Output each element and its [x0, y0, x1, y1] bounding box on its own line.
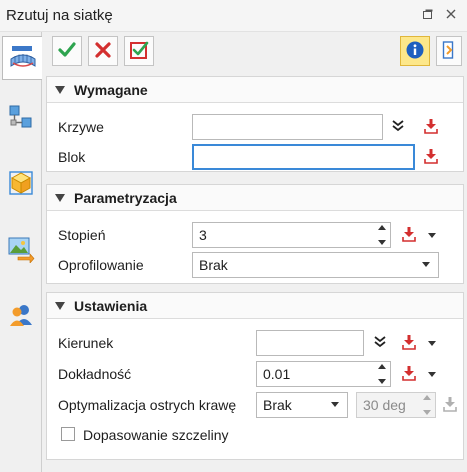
project-mesh-icon [8, 42, 38, 75]
row-block: Blok [47, 143, 463, 171]
row-profiling: Oprofilowanie Brak [47, 251, 463, 279]
section-header-parametrization[interactable]: Parametryzacja [47, 185, 463, 211]
next-panel-button[interactable] [436, 36, 462, 66]
next-panel-icon [442, 40, 456, 63]
tab-tree-structure[interactable] [3, 98, 39, 138]
row-curves: Krzywe [47, 113, 463, 141]
collapse-triangle-icon [55, 193, 65, 202]
info-icon [405, 40, 425, 63]
degree-label: Stopień [58, 227, 106, 243]
tab-user[interactable] [3, 296, 39, 336]
spin-arrows-icon [422, 395, 432, 415]
check-icon [57, 40, 77, 63]
apply-button[interactable] [124, 36, 154, 66]
row-degree: Stopień 3 [47, 221, 463, 249]
block-input[interactable] [192, 144, 415, 170]
angle-pick-button[interactable] [439, 394, 461, 416]
tab-project-mesh[interactable] [2, 36, 43, 80]
section-header-required[interactable]: Wymagane [47, 77, 463, 103]
section-parametrization: Parametryzacja Stopień 3 Oprofilowanie B… [46, 184, 464, 284]
accuracy-pick-button[interactable] [398, 363, 420, 385]
curves-label: Krzywe [58, 119, 104, 135]
degree-options-caret-icon[interactable] [428, 233, 436, 238]
expand-more-button[interactable] [369, 332, 391, 354]
collapse-triangle-icon [55, 301, 65, 310]
restore-icon[interactable] [420, 8, 436, 24]
checkbox-apply-icon [129, 40, 149, 63]
chevron-down-icon [331, 402, 339, 407]
title-bar: Rzutuj na siatkę [0, 0, 467, 32]
row-sharp-edges: Optymalizacja ostrych krawę Brak 30 deg [47, 391, 463, 419]
block-label: Blok [58, 149, 86, 165]
close-icon[interactable] [443, 8, 459, 24]
tree-structure-icon [7, 103, 35, 134]
direction-pick-button[interactable] [398, 332, 420, 354]
section-required: Wymagane Krzywe Blok [46, 76, 464, 172]
degree-spinbox[interactable]: 3 [192, 222, 391, 248]
chevron-down-icon [422, 262, 430, 267]
cancel-button[interactable] [88, 36, 118, 66]
info-button[interactable] [400, 36, 430, 66]
gap-fit-label: Dopasowanie szczeliny [83, 427, 229, 443]
accuracy-options-caret-icon[interactable] [428, 372, 436, 377]
curves-pick-button[interactable] [420, 116, 442, 138]
section-settings: Ustawienia Kierunek Dokładność 0.01 Opty… [46, 292, 464, 460]
section-title: Ustawienia [74, 297, 148, 314]
tab-image-texture[interactable] [3, 230, 39, 270]
spin-arrows-icon[interactable] [377, 364, 387, 384]
pick-arrow-icon [400, 364, 418, 385]
toolbar [42, 32, 467, 72]
direction-input[interactable] [256, 330, 364, 356]
pick-arrow-icon [422, 117, 440, 138]
row-accuracy: Dokładność 0.01 [47, 360, 463, 388]
double-chevron-down-icon [391, 119, 405, 136]
pick-arrow-icon [400, 333, 418, 354]
pick-arrow-icon [422, 147, 440, 168]
user-icon [7, 301, 35, 332]
expand-more-button[interactable] [387, 116, 409, 138]
double-chevron-down-icon [373, 335, 387, 352]
section-header-settings[interactable]: Ustawienia [47, 293, 463, 319]
collapse-triangle-icon [55, 85, 65, 94]
window-title: Rzutuj na siatkę [6, 7, 113, 24]
ok-button[interactable] [52, 36, 82, 66]
curves-input[interactable] [192, 114, 383, 140]
section-title: Wymagane [74, 81, 148, 98]
degree-pick-button[interactable] [398, 224, 420, 246]
tab-box-3d[interactable] [3, 164, 39, 204]
direction-options-caret-icon[interactable] [428, 341, 436, 346]
accuracy-label: Dokładność [58, 366, 132, 382]
sharp-edges-dropdown[interactable]: Brak [256, 392, 348, 418]
spin-arrows-icon[interactable] [377, 225, 387, 245]
accuracy-spinbox[interactable]: 0.01 [256, 361, 391, 387]
profiling-dropdown[interactable]: Brak [192, 252, 439, 278]
sharp-edges-label: Optymalizacja ostrych krawę [58, 397, 237, 413]
direction-label: Kierunek [58, 335, 114, 351]
row-gap-fit: Dopasowanie szczeliny [47, 421, 463, 449]
angle-spinbox[interactable]: 30 deg [356, 392, 436, 418]
profiling-label: Oprofilowanie [58, 257, 144, 273]
cross-icon [94, 41, 112, 62]
command-panel: Wymagane Krzywe Blok Parametryzacja Stop… [42, 32, 467, 472]
pick-arrow-icon [441, 395, 459, 416]
block-pick-button[interactable] [420, 146, 442, 168]
pick-arrow-icon [400, 225, 418, 246]
row-direction: Kierunek [47, 329, 463, 357]
sidebar [0, 32, 43, 472]
image-texture-icon [6, 235, 36, 266]
section-title: Parametryzacja [74, 189, 177, 206]
box-3d-icon [7, 169, 35, 200]
gap-fit-checkbox[interactable] [61, 427, 75, 441]
